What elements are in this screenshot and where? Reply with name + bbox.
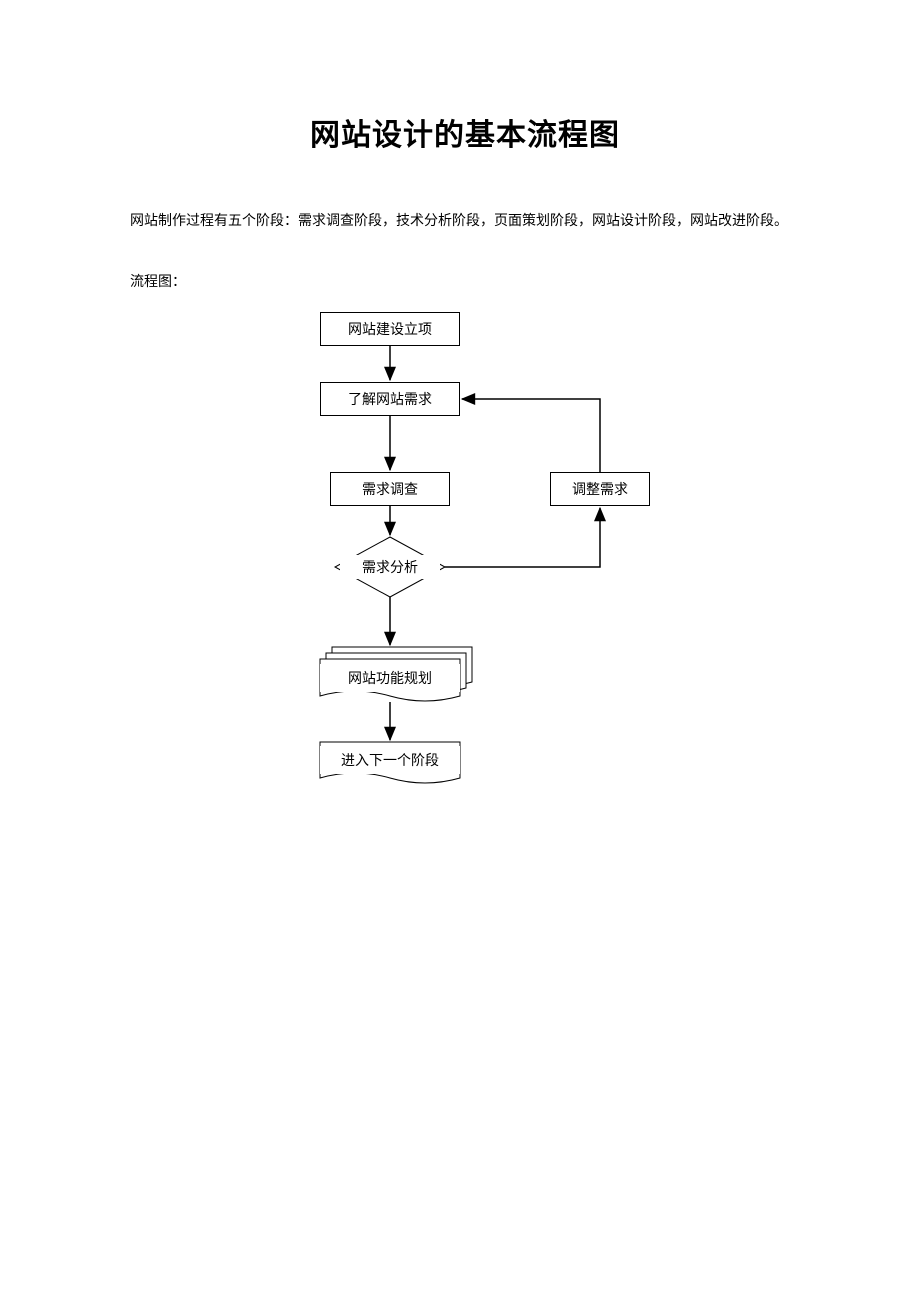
node-adjust-label: 调整需求: [572, 479, 628, 499]
flowchart-label: 流程图：: [130, 265, 800, 301]
node-plan: 网站功能规划: [320, 664, 460, 692]
document-page: 网站设计的基本流程图 网站制作过程有五个阶段：需求调查阶段，技术分析阶段，页面策…: [0, 0, 920, 1303]
node-start: 网站建设立项: [320, 312, 460, 346]
node-understand: 了解网站需求: [320, 382, 460, 416]
node-analysis: 需求分析: [340, 555, 440, 579]
page-title: 网站设计的基本流程图: [130, 110, 800, 154]
node-survey: 需求调查: [330, 472, 450, 506]
node-next: 进入下一个阶段: [320, 746, 460, 774]
node-start-label: 网站建设立项: [348, 319, 432, 339]
node-next-label: 进入下一个阶段: [341, 750, 439, 770]
node-analysis-label: 需求分析: [362, 557, 418, 577]
flowchart-svg: [250, 312, 680, 832]
node-plan-label: 网站功能规划: [348, 668, 432, 688]
flowchart: 网站建设立项 了解网站需求 需求调查 调整需求 需求分析 网站功能规划 进入下一…: [250, 312, 680, 832]
node-adjust: 调整需求: [550, 472, 650, 506]
node-understand-label: 了解网站需求: [348, 389, 432, 409]
intro-paragraph: 网站制作过程有五个阶段：需求调查阶段，技术分析阶段，页面策划阶段，网站设计阶段，…: [130, 204, 800, 240]
node-survey-label: 需求调查: [362, 479, 418, 499]
